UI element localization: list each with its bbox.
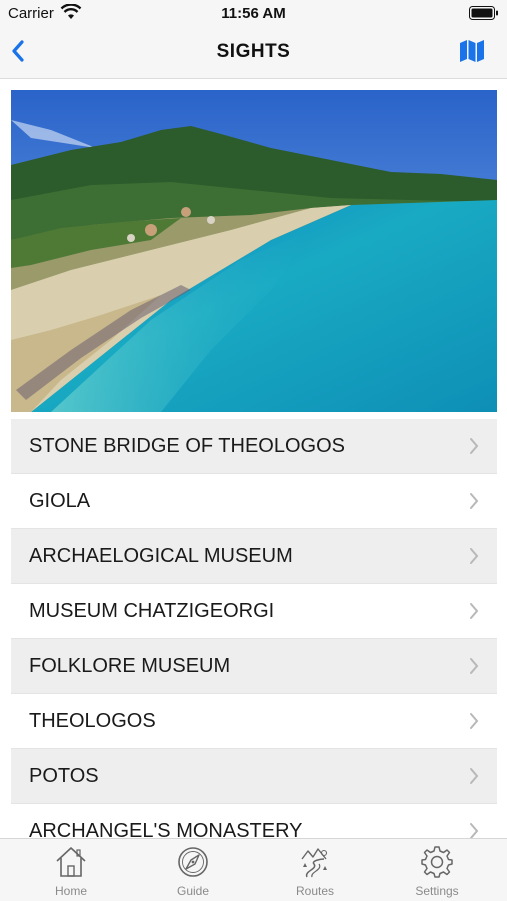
routes-icon <box>301 848 328 878</box>
list-item[interactable]: STONE BRIDGE OF THEOLOGOS <box>11 419 497 474</box>
compass-icon <box>178 847 208 877</box>
page-title: SIGHTS <box>216 41 291 62</box>
list-item-label: GIOLA <box>29 490 91 512</box>
map-icon[interactable] <box>459 39 485 63</box>
chevron-right-icon <box>470 713 479 729</box>
list-item-label: THEOLOGOS <box>29 710 156 732</box>
status-bar: Carrier 11:56 AM <box>0 0 507 26</box>
chevron-right-icon <box>470 823 479 838</box>
list-item-label: MUSEUM CHATZIGEORGI <box>29 600 275 622</box>
battery-icon <box>469 6 498 20</box>
list-item[interactable]: ARCHANGEL'S MONASTERY <box>11 804 497 838</box>
hero-beach-image <box>11 90 497 412</box>
list-item-label: ARCHAELOGICAL MUSEUM <box>29 545 293 567</box>
tab-settings[interactable]: Settings <box>374 839 500 901</box>
list-item-label: STONE BRIDGE OF THEOLOGOS <box>29 435 345 457</box>
tab-bar: Home Guide Routes Settings <box>0 838 507 901</box>
list-item[interactable]: FOLKLORE MUSEUM <box>11 639 497 694</box>
tab-settings-label: Settings <box>415 884 459 898</box>
gear-icon <box>421 846 453 878</box>
clock: 11:56 AM <box>221 5 286 22</box>
chevron-right-icon <box>470 548 479 564</box>
list-item[interactable]: THEOLOGOS <box>11 694 497 749</box>
chevron-right-icon <box>470 493 479 509</box>
list-item[interactable]: ARCHAELOGICAL MUSEUM <box>11 529 497 584</box>
list-item[interactable]: POTOS <box>11 749 497 804</box>
tab-home[interactable]: Home <box>8 839 134 901</box>
list-item[interactable]: MUSEUM CHATZIGEORGI <box>11 584 497 639</box>
navigation-bar: SIGHTS <box>0 26 507 79</box>
list-item-label: ARCHANGEL'S MONASTERY <box>29 820 303 838</box>
list-item-label: FOLKLORE MUSEUM <box>29 655 231 677</box>
list-item-label: POTOS <box>29 765 99 787</box>
tab-routes[interactable]: Routes <box>252 839 378 901</box>
chevron-right-icon <box>470 603 479 619</box>
sights-list: STONE BRIDGE OF THEOLOGOS GIOLA ARCHAELO… <box>11 419 497 838</box>
chevron-right-icon <box>470 658 479 674</box>
tab-home-label: Home <box>54 884 87 898</box>
tab-guide-label: Guide <box>176 884 210 898</box>
tab-routes-label: Routes <box>295 884 335 898</box>
list-item[interactable]: GIOLA <box>11 474 497 529</box>
chevron-right-icon <box>470 438 479 454</box>
home-icon <box>56 847 86 877</box>
chevron-right-icon <box>470 768 479 784</box>
tab-guide[interactable]: Guide <box>130 839 256 901</box>
